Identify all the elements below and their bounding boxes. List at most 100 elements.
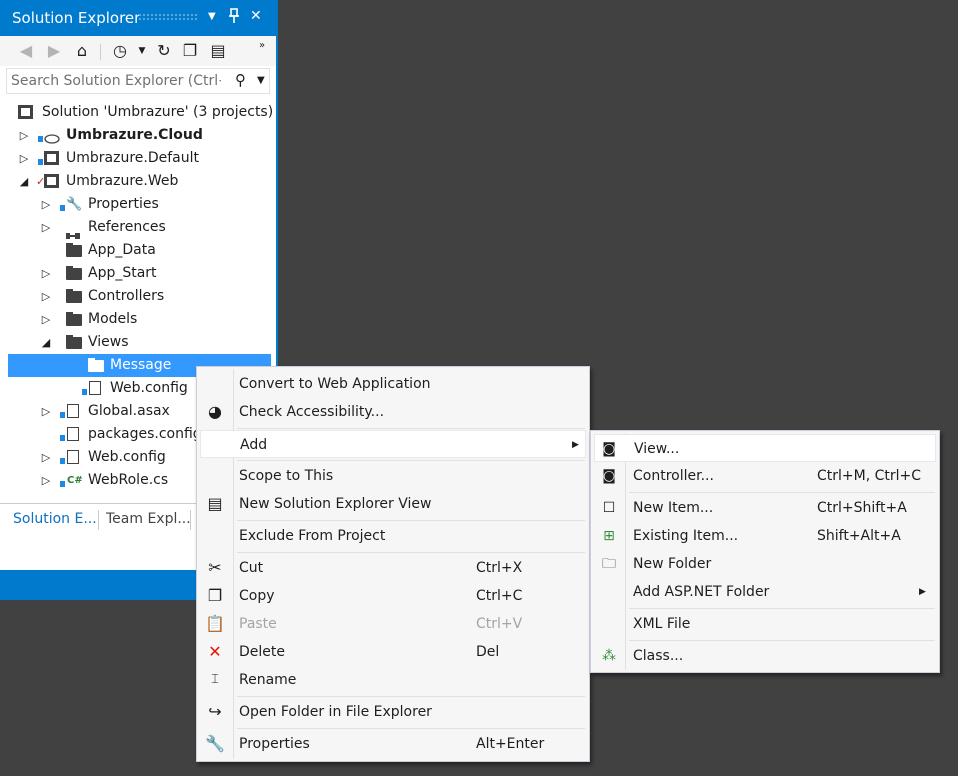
menu-item-delete[interactable]: ✕ Delete Del [197,638,589,666]
source-control-lock-icon [60,435,65,441]
folder-icon [66,312,82,326]
tree-node-label: Umbrazure.Cloud [66,127,203,143]
open-folder-arrow-icon: ↪ [208,702,222,721]
tree-node-umbrazure-web[interactable]: ◢ ✓ Umbrazure.Web [8,170,271,193]
submenu-item-new-folder[interactable]: 🗀 New Folder [591,550,939,578]
submenu-item-new-item[interactable]: ☐ New Item... Ctrl+Shift+A [591,494,939,522]
existing-item-icon: ⊞ [603,528,615,544]
search-icon[interactable]: ⚲ [235,71,246,89]
tree-node-references[interactable]: ▷ References [8,216,271,239]
tree-node-properties[interactable]: ▷ 🔧 Properties [8,193,271,216]
accessibility-icon: ◕ [208,402,222,421]
menu-separator [237,460,585,461]
search-options-dropdown-icon[interactable]: ▼ [257,71,265,91]
asax-file-icon [67,404,79,418]
window-position-dropdown-icon[interactable]: ▼ [208,11,216,22]
tree-node-app-start[interactable]: ▷ App_Start [8,262,271,285]
filter-dropdown-icon[interactable]: ▼ [132,41,152,61]
expand-arrow-icon[interactable]: ▷ [40,308,52,331]
menu-item-convert-to-web-application[interactable]: Convert to Web Application [197,370,589,398]
tab-separator [98,510,99,530]
menu-separator [237,696,585,697]
menu-item-exclude-from-project[interactable]: Exclude From Project [197,522,589,550]
rename-icon: ⌶ [211,672,219,687]
submenu-item-existing-item[interactable]: ⊞ Existing Item... Shift+Alt+A [591,522,939,550]
tree-node-label: Message [110,357,172,373]
wrench-icon: 🔧 [66,197,83,212]
back-icon[interactable]: ◀ [16,41,36,61]
submenu-item-controller[interactable]: ◙ Controller... Ctrl+M, Ctrl+C [591,462,939,490]
menu-separator [629,492,935,493]
shortcut-text: Del [476,644,500,660]
menu-item-copy[interactable]: ❐ Copy Ctrl+C [197,582,589,610]
submenu-item-add-asp-net-folder[interactable]: Add ASP.NET Folder ▶ [591,578,939,606]
menu-item-add[interactable]: Add ▶ [200,430,586,458]
tab-team-explorer[interactable]: Team Expl... [106,511,191,527]
tree-node-views[interactable]: ◢ Views [8,331,271,354]
csharp-file-icon: C# [67,475,83,486]
add-submenu: ◙ View... ◙ Controller... Ctrl+M, Ctrl+C… [590,430,940,673]
tab-separator [190,510,191,530]
sync-icon[interactable]: ↻ [154,41,174,61]
tree-node-controllers[interactable]: ▷ Controllers [8,285,271,308]
tree-node-label: Web.config [110,380,188,396]
menu-separator [237,552,585,553]
tree-node-umbrazure-default[interactable]: ▷ Umbrazure.Default [8,147,271,170]
expand-arrow-icon[interactable]: ▷ [40,216,52,239]
expand-arrow-icon[interactable]: ▷ [40,285,52,308]
pending-changes-filter-icon[interactable]: ◷ [110,41,130,61]
menu-separator [237,520,585,521]
expand-arrow-icon[interactable]: ▷ [18,147,30,170]
collapse-arrow-icon[interactable]: ◢ [40,331,52,354]
menu-item-properties[interactable]: 🔧 Properties Alt+Enter [197,730,589,758]
submenu-item-view[interactable]: ◙ View... [594,434,936,462]
menu-item-scope-to-this[interactable]: Scope to This [197,462,589,490]
view-file-icon: ◙ [602,441,616,457]
wrench-icon: 🔧 [205,734,225,753]
menu-item-cut[interactable]: ✂ Cut Ctrl+X [197,554,589,582]
menu-item-open-folder-in-file-explorer[interactable]: ↪ Open Folder in File Explorer [197,698,589,726]
properties-view-icon[interactable]: ▤ [208,41,228,61]
submenu-item-xml-file[interactable]: XML File [591,610,939,638]
menu-item-rename[interactable]: ⌶ Rename [197,666,589,694]
tree-node-label: Controllers [88,288,165,304]
expand-arrow-icon[interactable]: ▷ [40,193,52,216]
tree-node-umbrazure-cloud[interactable]: ▷ Umbrazure.Cloud [8,124,271,147]
copy-icon: ❐ [207,586,223,605]
expand-arrow-icon[interactable]: ▷ [40,469,52,492]
expand-arrow-icon[interactable]: ▷ [40,400,52,423]
tree-node-label: packages.config [88,426,202,442]
search-box[interactable]: ⚲ ▼ [6,68,270,94]
collapse-arrow-icon[interactable]: ◢ [18,170,30,193]
expand-arrow-icon[interactable]: ▷ [40,446,52,469]
source-control-lock-icon [82,389,87,395]
menu-item-new-solution-explorer-view[interactable]: ▤ New Solution Explorer View [197,490,589,518]
tab-solution-explorer[interactable]: Solution E... [13,511,97,527]
toolbar-overflow-icon[interactable]: » [252,36,272,56]
expand-arrow-icon[interactable]: ▷ [40,262,52,285]
expand-arrow-icon[interactable]: ▷ [18,124,30,147]
tree-node-label: App_Start [88,265,157,281]
tree-node-label: Properties [88,196,159,212]
tree-node-solution[interactable]: Solution 'Umbrazure' (3 projects) [8,101,274,124]
search-input[interactable] [11,71,221,91]
cloud-project-icon [44,129,62,144]
forward-icon[interactable]: ▶ [44,41,64,61]
submenu-arrow-icon: ▶ [919,587,926,597]
menu-separator [237,728,585,729]
tree-node-models[interactable]: ▷ Models [8,308,271,331]
menu-item-check-accessibility[interactable]: ◕ Check Accessibility... [197,398,589,426]
pin-icon[interactable] [228,8,240,28]
home-icon[interactable]: ⌂ [72,41,92,61]
source-control-lock-icon [38,136,43,142]
tree-node-label: Solution 'Umbrazure' (3 projects) [42,104,274,120]
close-icon[interactable]: ✕ [250,8,262,24]
collapse-all-icon[interactable]: ❐ [180,41,200,61]
scissors-icon: ✂ [208,558,222,577]
drag-grip[interactable] [138,13,198,22]
panel-titlebar[interactable]: Solution Explorer ▼ ✕ [0,0,276,36]
tree-node-app-data[interactable]: App_Data [8,239,271,262]
menu-item-paste[interactable]: 📋 Paste Ctrl+V [197,610,589,638]
tree-node-label: WebRole.cs [88,472,169,488]
submenu-item-class[interactable]: ⁂ Class... [591,642,939,670]
